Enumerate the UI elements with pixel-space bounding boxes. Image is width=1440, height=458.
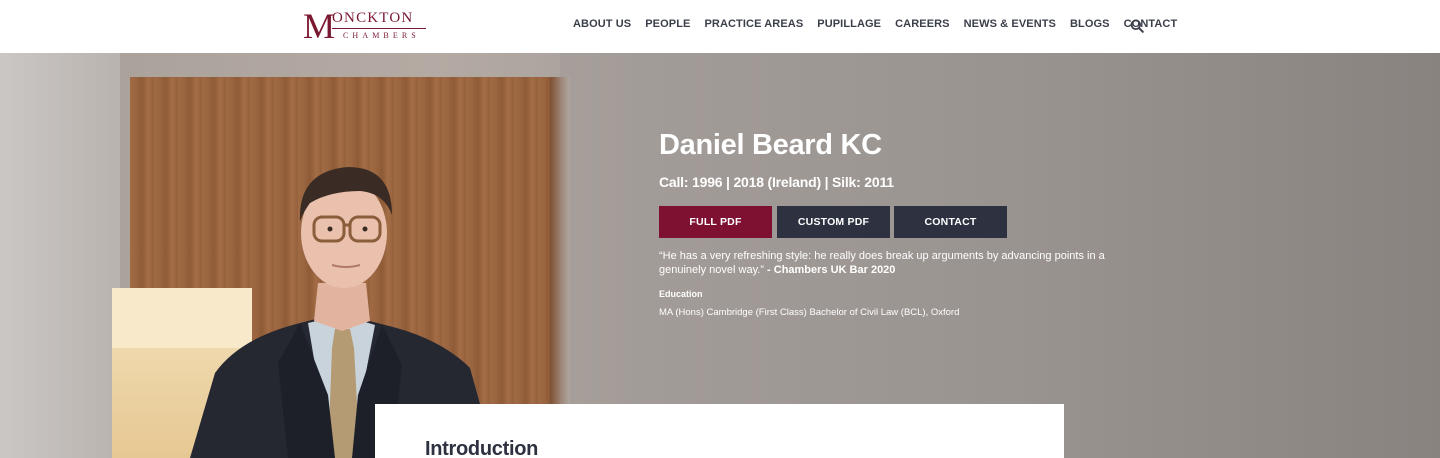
education-text: MA (Hons) Cambridge (First Class) Bachel…: [659, 307, 960, 318]
profile-name: Daniel Beard KC: [659, 129, 882, 161]
logo-bottom-text: CHAMBERS: [343, 31, 420, 40]
nav-item-pupillage[interactable]: PUPILLAGE: [810, 17, 888, 31]
nav-item-practice-areas[interactable]: PRACTICE AREAS: [697, 17, 810, 31]
contact-button[interactable]: CONTACT: [894, 206, 1007, 238]
site-logo[interactable]: M ONCKTON CHAMBERS: [303, 6, 427, 46]
nav-item-blogs[interactable]: BLOGS: [1063, 17, 1117, 31]
nav-item-contact[interactable]: CONTACT: [1117, 17, 1185, 31]
logo-top-text: ONCKTON: [332, 10, 414, 26]
nav-item-people[interactable]: PEOPLE: [638, 17, 697, 31]
custom-pdf-button[interactable]: CUSTOM PDF: [777, 206, 890, 238]
profile-hero: Daniel Beard KC Call: 1996 | 2018 (Irela…: [0, 53, 1440, 458]
introduction-heading: Introduction: [425, 438, 539, 458]
logo-initial: M: [303, 6, 336, 46]
nav-item-news-events[interactable]: NEWS & EVENTS: [957, 17, 1063, 31]
main-nav: ABOUT US PEOPLE PRACTICE AREAS PUPILLAGE…: [566, 17, 1184, 31]
site-header: M ONCKTON CHAMBERS ABOUT US PEOPLE PRACT…: [0, 0, 1440, 53]
introduction-card: Introduction: [375, 404, 1064, 458]
nav-item-careers[interactable]: CAREERS: [888, 17, 957, 31]
search-icon[interactable]: [1130, 19, 1144, 33]
profile-call-dates: Call: 1996 | 2018 (Ireland) | Silk: 2011: [659, 174, 894, 190]
education-label: Education: [659, 289, 703, 299]
nav-item-about-us[interactable]: ABOUT US: [566, 17, 638, 31]
search-icon-graphic: [1130, 19, 1144, 33]
testimonial-quote: “He has a very refreshing style: he real…: [659, 249, 1129, 277]
quote-source: - Chambers UK Bar 2020: [767, 264, 896, 276]
hero-background-wall: [0, 53, 120, 458]
full-pdf-button[interactable]: FULL PDF: [659, 206, 772, 238]
logo-rule: [332, 28, 426, 29]
